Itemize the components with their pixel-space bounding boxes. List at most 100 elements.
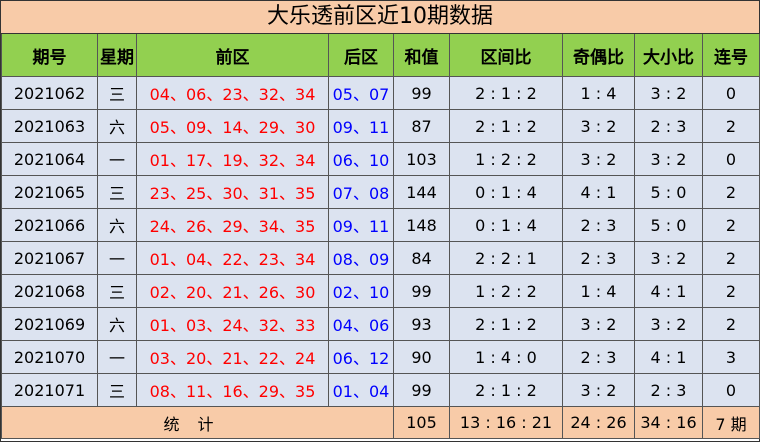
cell-sum: 103 xyxy=(393,142,450,176)
cell-back: 07、08 xyxy=(328,175,394,209)
cell-weekday: 一 xyxy=(97,142,137,176)
cell-issue: 2021064 xyxy=(1,142,98,176)
cell-weekday: 三 xyxy=(97,76,137,110)
table-row: 2021070 一 03、20、21、22、24 06、12 90 1 : 4 … xyxy=(1,340,760,374)
table-row: 2021067 一 01、04、22、23、34 08、09 84 2 : 2 … xyxy=(1,241,760,275)
summary-odd-even: 24 : 26 xyxy=(562,406,635,439)
cell-consecutive: 0 xyxy=(702,76,760,110)
cell-big-small: 3 : 2 xyxy=(634,307,703,341)
cell-sum: 99 xyxy=(393,274,450,308)
table-row: 2021065 三 23、25、30、31、35 07、08 144 0 : 1… xyxy=(1,175,760,209)
cell-front: 01、17、19、32、34 xyxy=(136,142,329,176)
table-row: 2021066 六 24、26、29、34、35 09、11 148 0 : 1… xyxy=(1,208,760,242)
header-row: 期号 星期 前区 后区 和值 区间比 奇偶比 大小比 连号 xyxy=(1,34,760,77)
cell-odd-even: 3 : 2 xyxy=(562,142,635,176)
summary-sum: 105 xyxy=(393,406,450,439)
cell-sum: 93 xyxy=(393,307,450,341)
cell-weekday: 三 xyxy=(97,274,137,308)
cell-odd-even: 2 : 3 xyxy=(562,241,635,275)
sheet-title: 大乐透前区近10期数据 xyxy=(1,1,759,34)
cell-big-small: 5 : 0 xyxy=(634,175,703,209)
header-weekday: 星期 xyxy=(97,34,137,77)
cell-zone: 1 : 2 : 2 xyxy=(449,274,563,308)
cell-zone: 2 : 1 : 2 xyxy=(449,109,563,143)
summary-zone: 13 : 16 : 21 xyxy=(449,406,563,439)
cell-odd-even: 1 : 4 xyxy=(562,76,635,110)
cell-sum: 144 xyxy=(393,175,450,209)
cell-odd-even: 3 : 2 xyxy=(562,373,635,407)
header-front: 前区 xyxy=(136,34,329,77)
cell-consecutive: 2 xyxy=(702,175,760,209)
table-row: 2021062 三 04、06、23、32、34 05、07 99 2 : 1 … xyxy=(1,76,760,110)
cell-issue: 2021070 xyxy=(1,340,98,374)
cell-front: 24、26、29、34、35 xyxy=(136,208,329,242)
cell-sum: 84 xyxy=(393,241,450,275)
cell-sum: 148 xyxy=(393,208,450,242)
cell-big-small: 3 : 2 xyxy=(634,241,703,275)
header-big-small: 大小比 xyxy=(634,34,703,77)
cell-front: 05、09、14、29、30 xyxy=(136,109,329,143)
cell-front: 01、03、24、32、33 xyxy=(136,307,329,341)
cell-back: 01、04 xyxy=(328,373,394,407)
cell-weekday: 一 xyxy=(97,241,137,275)
cell-odd-even: 3 : 2 xyxy=(562,307,635,341)
cell-sum: 99 xyxy=(393,76,450,110)
cell-big-small: 3 : 2 xyxy=(634,142,703,176)
cell-back: 02、10 xyxy=(328,274,394,308)
cell-consecutive: 2 xyxy=(702,208,760,242)
cell-zone: 0 : 1 : 4 xyxy=(449,208,563,242)
cell-consecutive: 0 xyxy=(702,373,760,407)
cell-consecutive: 3 xyxy=(702,340,760,374)
cell-issue: 2021065 xyxy=(1,175,98,209)
cell-weekday: 六 xyxy=(97,109,137,143)
table-row: 2021064 一 01、17、19、32、34 06、10 103 1 : 2… xyxy=(1,142,760,176)
cell-odd-even: 3 : 2 xyxy=(562,109,635,143)
cell-consecutive: 2 xyxy=(702,307,760,341)
cell-odd-even: 2 : 3 xyxy=(562,208,635,242)
cell-weekday: 六 xyxy=(97,208,137,242)
cell-back: 06、10 xyxy=(328,142,394,176)
cell-issue: 2021071 xyxy=(1,373,98,407)
cell-back: 08、09 xyxy=(328,241,394,275)
lottery-data-sheet: 大乐透前区近10期数据 期号 星期 前区 后区 和值 区间比 奇偶比 大小比 连… xyxy=(0,0,760,442)
data-table: 期号 星期 前区 后区 和值 区间比 奇偶比 大小比 连号 2021062 三 … xyxy=(1,34,760,439)
cell-zone: 0 : 1 : 4 xyxy=(449,175,563,209)
cell-weekday: 一 xyxy=(97,340,137,374)
cell-zone: 2 : 1 : 2 xyxy=(449,76,563,110)
cell-big-small: 2 : 3 xyxy=(634,373,703,407)
cell-big-small: 5 : 0 xyxy=(634,208,703,242)
cell-sum: 90 xyxy=(393,340,450,374)
cell-issue: 2021069 xyxy=(1,307,98,341)
cell-back: 05、07 xyxy=(328,76,394,110)
cell-back: 09、11 xyxy=(328,208,394,242)
cell-odd-even: 1 : 4 xyxy=(562,274,635,308)
table-row: 2021071 三 08、11、16、29、35 01、04 99 2 : 1 … xyxy=(1,373,760,407)
table-row: 2021068 三 02、20、21、26、30 02、10 99 1 : 2 … xyxy=(1,274,760,308)
header-sum: 和值 xyxy=(393,34,450,77)
cell-front: 02、20、21、26、30 xyxy=(136,274,329,308)
cell-big-small: 4 : 1 xyxy=(634,274,703,308)
header-consecutive: 连号 xyxy=(702,34,760,77)
cell-zone: 2 : 2 : 1 xyxy=(449,241,563,275)
cell-zone: 1 : 4 : 0 xyxy=(449,340,563,374)
summary-big-small: 34 : 16 xyxy=(634,406,703,439)
header-odd-even: 奇偶比 xyxy=(562,34,635,77)
cell-front: 08、11、16、29、35 xyxy=(136,373,329,407)
cell-sum: 99 xyxy=(393,373,450,407)
cell-front: 03、20、21、22、24 xyxy=(136,340,329,374)
cell-big-small: 2 : 3 xyxy=(634,109,703,143)
cell-consecutive: 2 xyxy=(702,109,760,143)
table-row: 2021069 六 01、03、24、32、33 04、06 93 2 : 1 … xyxy=(1,307,760,341)
header-zone-ratio: 区间比 xyxy=(449,34,563,77)
cell-issue: 2021062 xyxy=(1,76,98,110)
cell-front: 01、04、22、23、34 xyxy=(136,241,329,275)
header-issue: 期号 xyxy=(1,34,98,77)
cell-consecutive: 2 xyxy=(702,274,760,308)
cell-weekday: 三 xyxy=(97,175,137,209)
cell-issue: 2021068 xyxy=(1,274,98,308)
cell-issue: 2021063 xyxy=(1,109,98,143)
summary-label: 统计 xyxy=(1,406,394,439)
cell-zone: 2 : 1 : 2 xyxy=(449,307,563,341)
summary-consecutive: 7 期 xyxy=(702,406,760,439)
header-back: 后区 xyxy=(328,34,394,77)
